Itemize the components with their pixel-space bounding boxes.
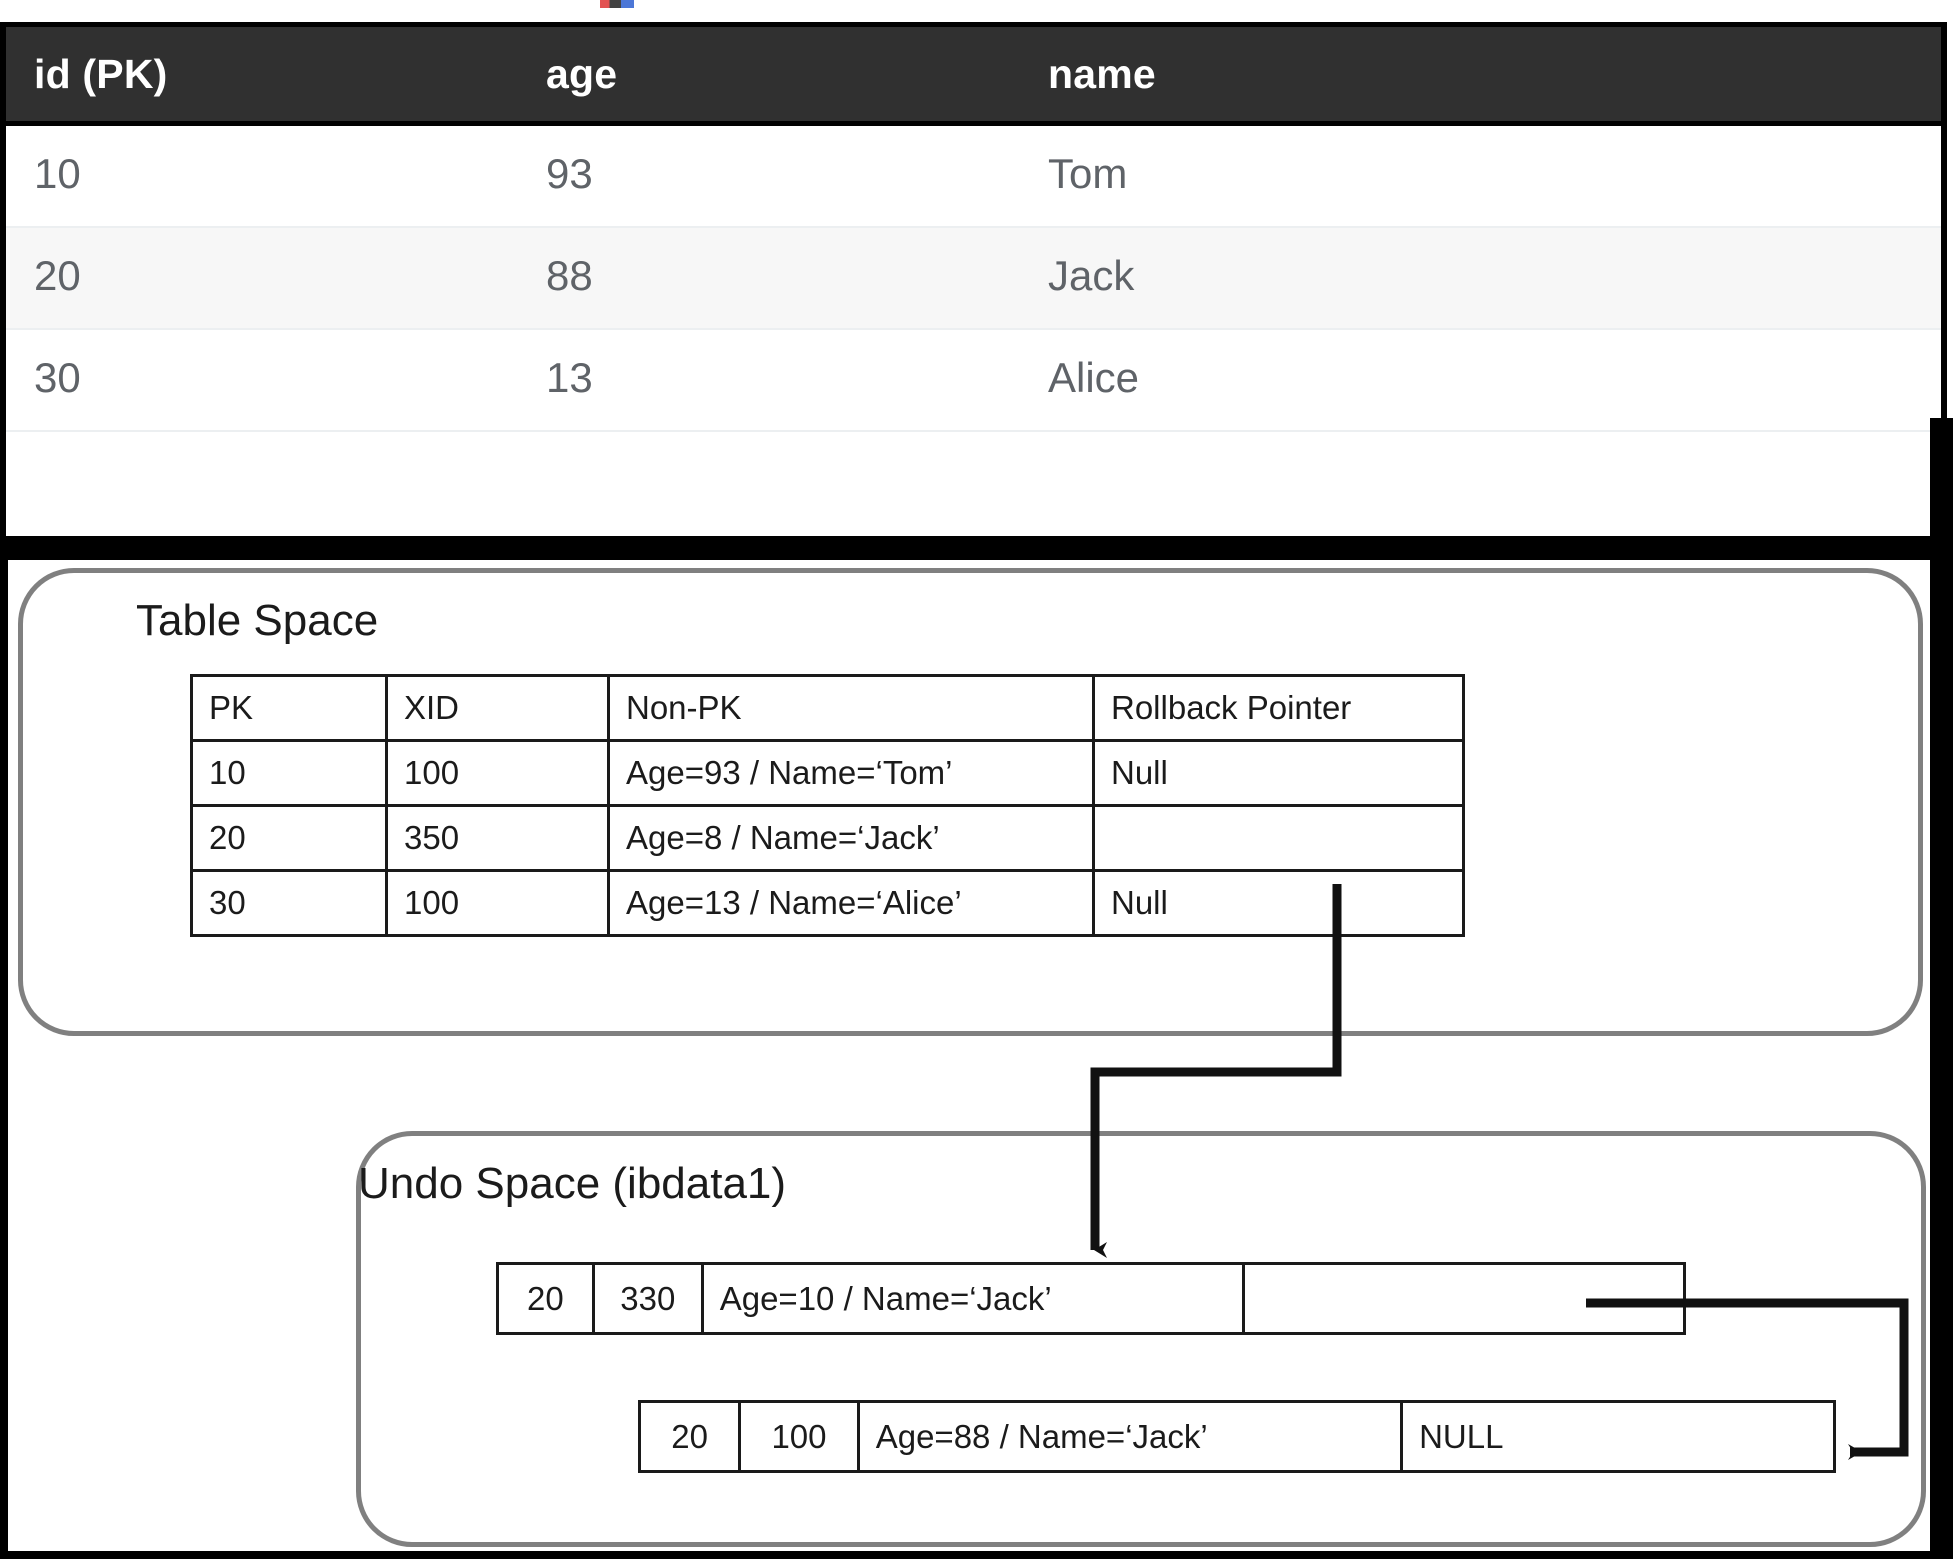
table-space-row: 20 350 Age=8 / Name=‘Jack’ xyxy=(190,804,1465,872)
undo-cell-nonpk: Age=10 / Name=‘Jack’ xyxy=(700,1262,1245,1335)
ts-col-xid: XID xyxy=(385,674,610,742)
result-grid-header-row: id (PK) age name xyxy=(6,22,1941,126)
table-space-row: 30 100 Age=13 / Name=‘Alice’ Null xyxy=(190,869,1465,937)
undo-record-2: 20 100 Age=88 / Name=‘Jack’ NULL xyxy=(637,1400,1836,1473)
frame-left-rail xyxy=(0,556,8,1559)
ts-cell-rollback: Null xyxy=(1092,869,1465,937)
frame-bottom-rail xyxy=(0,1551,1953,1559)
ts-cell-xid: 100 xyxy=(385,739,610,807)
ts-cell-xid: 100 xyxy=(385,869,610,937)
undo-record-1: 20 330 Age=10 / Name=‘Jack’ xyxy=(496,1262,1687,1335)
frame-right-rail xyxy=(1930,418,1953,1559)
undo-cell-rollback xyxy=(1241,1262,1687,1335)
cell-age: 88 xyxy=(546,252,593,299)
clipped-title-strip xyxy=(0,0,1953,22)
cell-age: 93 xyxy=(546,150,593,197)
table-row[interactable]: 30 13 Alice xyxy=(6,330,1941,432)
column-header-id[interactable]: id (PK) xyxy=(34,51,168,98)
undo-cell-nonpk: Age=88 / Name=‘Jack’ xyxy=(856,1400,1404,1473)
undo-space-title: Undo Space (ibdata1) xyxy=(358,1159,787,1208)
undo-record-row: 20 330 Age=10 / Name=‘Jack’ xyxy=(496,1262,1687,1335)
result-grid-empty-footer xyxy=(6,432,1941,536)
undo-cell-xid: 100 xyxy=(738,1400,860,1473)
cell-age: 13 xyxy=(546,354,593,401)
ts-col-pk: PK xyxy=(190,674,388,742)
ts-cell-nonpk: Age=93 / Name=‘Tom’ xyxy=(607,739,1095,807)
result-grid-panel: id (PK) age name 10 93 Tom 20 88 Jack 30… xyxy=(0,22,1947,542)
clipped-title-glyph xyxy=(600,0,634,8)
undo-cell-xid: 330 xyxy=(591,1262,704,1335)
cell-name: Alice xyxy=(1048,354,1140,401)
ts-cell-nonpk: Age=13 / Name=‘Alice’ xyxy=(607,869,1095,937)
table-space-row: 10 100 Age=93 / Name=‘Tom’ Null xyxy=(190,739,1465,807)
table-space-title: Table Space xyxy=(136,596,379,645)
ts-cell-rollback xyxy=(1092,804,1465,872)
column-header-age[interactable]: age xyxy=(546,51,617,98)
undo-cell-pk: 20 xyxy=(496,1262,595,1335)
undo-cell-pk: 20 xyxy=(637,1400,742,1473)
ts-col-nonpk: Non-PK xyxy=(607,674,1095,742)
ts-cell-nonpk: Age=8 / Name=‘Jack’ xyxy=(607,804,1095,872)
cell-id: 10 xyxy=(34,150,81,197)
ts-col-rollback: Rollback Pointer xyxy=(1092,674,1465,742)
cell-name: Tom xyxy=(1048,150,1128,197)
cell-id: 30 xyxy=(34,354,81,401)
table-space-header-row: PK XID Non-PK Rollback Pointer xyxy=(190,674,1465,742)
ts-cell-pk: 20 xyxy=(190,804,388,872)
ts-cell-pk: 30 xyxy=(190,869,388,937)
cell-id: 20 xyxy=(34,252,81,299)
ts-cell-xid: 350 xyxy=(385,804,610,872)
table-row[interactable]: 20 88 Jack xyxy=(6,228,1941,330)
column-header-name[interactable]: name xyxy=(1048,51,1156,98)
undo-record-row: 20 100 Age=88 / Name=‘Jack’ NULL xyxy=(637,1400,1836,1473)
undo-cell-rollback: NULL xyxy=(1400,1400,1836,1473)
ts-cell-pk: 10 xyxy=(190,739,388,807)
frame-divider xyxy=(0,536,1953,560)
table-row[interactable]: 10 93 Tom xyxy=(6,126,1941,228)
ts-cell-rollback: Null xyxy=(1092,739,1465,807)
table-space-table: PK XID Non-PK Rollback Pointer 10 100 Ag… xyxy=(190,674,1465,937)
cell-name: Jack xyxy=(1048,252,1135,299)
